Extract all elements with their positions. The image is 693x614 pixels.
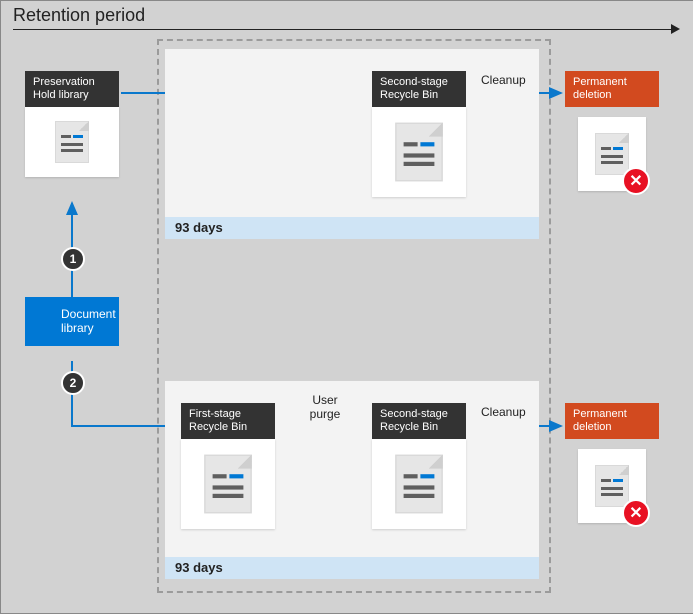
preservation-hold-tile: Preservation Hold library xyxy=(25,71,119,177)
cleanup-label-bottom: Cleanup xyxy=(481,405,526,419)
days-footer-top: 93 days xyxy=(165,217,539,239)
days-footer-bottom: 93 days xyxy=(165,557,539,579)
permanent-deletion-bottom-label: Permanent deletion xyxy=(565,403,659,439)
permanent-deletion-top: Permanent deletion xyxy=(565,71,659,107)
retention-arrow-line xyxy=(13,29,673,30)
preservation-hold-label: Preservation Hold library xyxy=(25,71,119,107)
step-1-badge: 1 xyxy=(61,247,85,271)
second-stage-bin-top-label: Second-stage Recycle Bin xyxy=(372,71,466,107)
cleanup-label-top: Cleanup xyxy=(481,73,526,87)
step-2-badge: 2 xyxy=(61,371,85,395)
second-stage-bin-top-body xyxy=(372,107,466,197)
second-stage-bin-top: Second-stage Recycle Bin xyxy=(372,71,466,197)
first-stage-bin: First-stage Recycle Bin xyxy=(181,403,275,529)
permanent-deletion-bottom-body: ✕ xyxy=(578,449,646,523)
delete-x-icon: ✕ xyxy=(622,499,650,527)
retention-period-title: Retention period xyxy=(13,5,145,26)
first-stage-bin-label: First-stage Recycle Bin xyxy=(181,403,275,439)
retention-arrow-head xyxy=(671,24,680,34)
permanent-deletion-top-body: ✕ xyxy=(578,117,646,191)
permanent-deletion-bottom: Permanent deletion xyxy=(565,403,659,439)
document-icon xyxy=(204,455,252,514)
document-icon xyxy=(55,121,89,163)
second-stage-bin-bottom-label: Second-stage Recycle Bin xyxy=(372,403,466,439)
delete-x-icon: ✕ xyxy=(622,167,650,195)
document-library-label: Document library xyxy=(25,297,119,346)
document-icon xyxy=(395,123,443,182)
second-stage-bin-bottom: Second-stage Recycle Bin xyxy=(372,403,466,529)
second-stage-bin-bottom-body xyxy=(372,439,466,529)
document-library-tile: Document library xyxy=(25,297,119,346)
document-icon xyxy=(595,133,629,175)
first-stage-bin-body xyxy=(181,439,275,529)
document-icon xyxy=(595,465,629,507)
diagram-canvas: Retention period 93 days 93 days Preserv… xyxy=(0,0,693,614)
permanent-deletion-top-label: Permanent deletion xyxy=(565,71,659,107)
user-purge-label: User purge xyxy=(303,393,347,421)
document-icon xyxy=(395,455,443,514)
preservation-hold-body xyxy=(25,107,119,177)
